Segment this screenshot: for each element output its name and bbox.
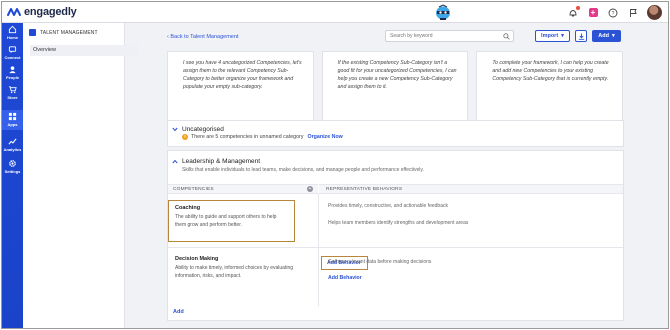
chevron-down-icon: ▾ (611, 33, 615, 39)
engagedly-logo[interactable]: engagedly (7, 5, 77, 19)
nav-label: Apps (7, 122, 18, 127)
competency-name: Coaching (175, 205, 201, 211)
add-competency-icon[interactable]: + (307, 186, 313, 192)
nav-connect[interactable]: Connect (2, 43, 23, 63)
behavior-item: Helps team members identify strengths an… (328, 220, 469, 226)
gear-icon (9, 160, 16, 167)
suggestion-card[interactable]: To complete your framework, I can help y… (476, 51, 624, 122)
subnav-title: TALENT MANAGEMENT (40, 29, 98, 36)
main-content: ‹ Back to Talent Management Import ▾ Add… (126, 23, 668, 328)
nav-home[interactable]: Home (2, 23, 23, 43)
add-label: Add (598, 33, 609, 39)
import-button[interactable]: Import ▾ (535, 30, 570, 42)
nav-apps[interactable]: Apps (2, 110, 23, 130)
top-bar: engagedly + ? (2, 2, 668, 23)
download-button[interactable] (575, 30, 587, 42)
subcategory-description: Skills that enable individuals to lead t… (182, 167, 424, 173)
behavior-item: Gathers relevant data before making deci… (328, 259, 432, 265)
talent-management-icon (29, 29, 36, 36)
column-divider (318, 194, 319, 306)
connect-icon (8, 46, 17, 54)
app-window: engagedly + ? Home Connect People Store … (1, 1, 669, 329)
competency-coaching[interactable]: Coaching The ability to guide and suppor… (168, 200, 295, 242)
back-link-label: Back to Talent Management (170, 34, 239, 40)
subnav-item-overview[interactable]: Overview (30, 45, 138, 56)
competency-description: The ability to guide and support others … (175, 214, 277, 228)
mascot-icon[interactable] (434, 4, 452, 21)
bell-icon[interactable] (567, 5, 580, 19)
main-nav: Home Connect People Store Apps Analytics… (2, 23, 23, 328)
nav-label: Store (7, 95, 18, 100)
chevron-down-icon[interactable] (172, 127, 178, 132)
competency-name: Decision Making (175, 256, 219, 262)
cart-icon (8, 86, 17, 94)
chevron-down-icon: ▾ (561, 33, 564, 39)
behaviors-column-header: REPRESENTATIVE BEHAVIORS (319, 184, 623, 194)
assistant-suggestions: I see you have 4 uncategorized Competenc… (167, 51, 624, 122)
search-input[interactable] (386, 31, 498, 41)
analytics-icon (8, 138, 17, 145)
competencies-column-header: COMPETENCIES (168, 184, 318, 194)
uncategorised-text: There are 5 competencies in unnamed cate… (191, 134, 304, 140)
nav-people[interactable]: People (2, 63, 23, 83)
add-button[interactable]: Add ▾ (592, 30, 621, 42)
people-icon (9, 66, 16, 74)
add-competency-link[interactable]: Add (173, 309, 184, 315)
row-divider (168, 247, 623, 248)
notification-dot (576, 5, 580, 10)
nav-label: People (5, 75, 20, 80)
home-icon (8, 25, 17, 34)
add-behavior-button[interactable]: Add Behavior (328, 275, 362, 281)
nav-label: Home (6, 35, 19, 40)
logo-icon (7, 8, 21, 16)
nav-store[interactable]: Store (2, 83, 23, 103)
uncategorised-message: ! There are 5 competencies in unnamed ca… (182, 134, 343, 140)
apps-icon (8, 112, 17, 121)
create-plus-icon[interactable]: + (587, 7, 599, 19)
subcategory-title: Leadership & Management (182, 158, 261, 165)
download-icon (578, 33, 584, 40)
suggestion-card[interactable]: I see you have 4 uncategorized Competenc… (167, 51, 314, 122)
uncategorised-panel: Uncategorised ! There are 5 competencies… (167, 120, 624, 147)
uncategorised-title: Uncategorised (182, 126, 224, 133)
logo-text: engagedly (24, 6, 77, 18)
import-label: Import (541, 33, 559, 39)
help-icon[interactable]: ? (607, 7, 619, 19)
nav-label: Connect (4, 55, 21, 60)
nav-label: Settings (4, 169, 21, 174)
competency-description: Ability to make timely, informed choices… (175, 265, 294, 279)
behavior-item: Provides timely, constructive, and actio… (328, 203, 448, 209)
flag-icon[interactable] (627, 7, 639, 19)
competency-decision-making[interactable]: Decision Making Ability to make timely, … (168, 252, 308, 284)
nav-analytics[interactable]: Analytics (2, 135, 23, 155)
warning-icon: ! (182, 134, 188, 140)
user-avatar[interactable] (647, 5, 662, 20)
nav-settings[interactable]: Settings (2, 157, 23, 177)
talent-management-sidebar: TALENT MANAGEMENT Overview (23, 23, 138, 328)
subnav-header: TALENT MANAGEMENT (29, 29, 98, 36)
nav-label: Analytics (3, 147, 22, 152)
search-icon[interactable] (503, 33, 510, 40)
back-link[interactable]: ‹ Back to Talent Management (167, 34, 238, 40)
organize-now-link[interactable]: Organize Now (307, 134, 342, 140)
chevron-up-icon[interactable] (172, 159, 178, 164)
svg-text:?: ? (612, 11, 615, 17)
suggestion-card[interactable]: If the existing Competency Sub-Category … (321, 51, 469, 122)
search-box[interactable] (385, 30, 514, 42)
leadership-management-panel: Leadership & Management Skills that enab… (167, 150, 624, 321)
